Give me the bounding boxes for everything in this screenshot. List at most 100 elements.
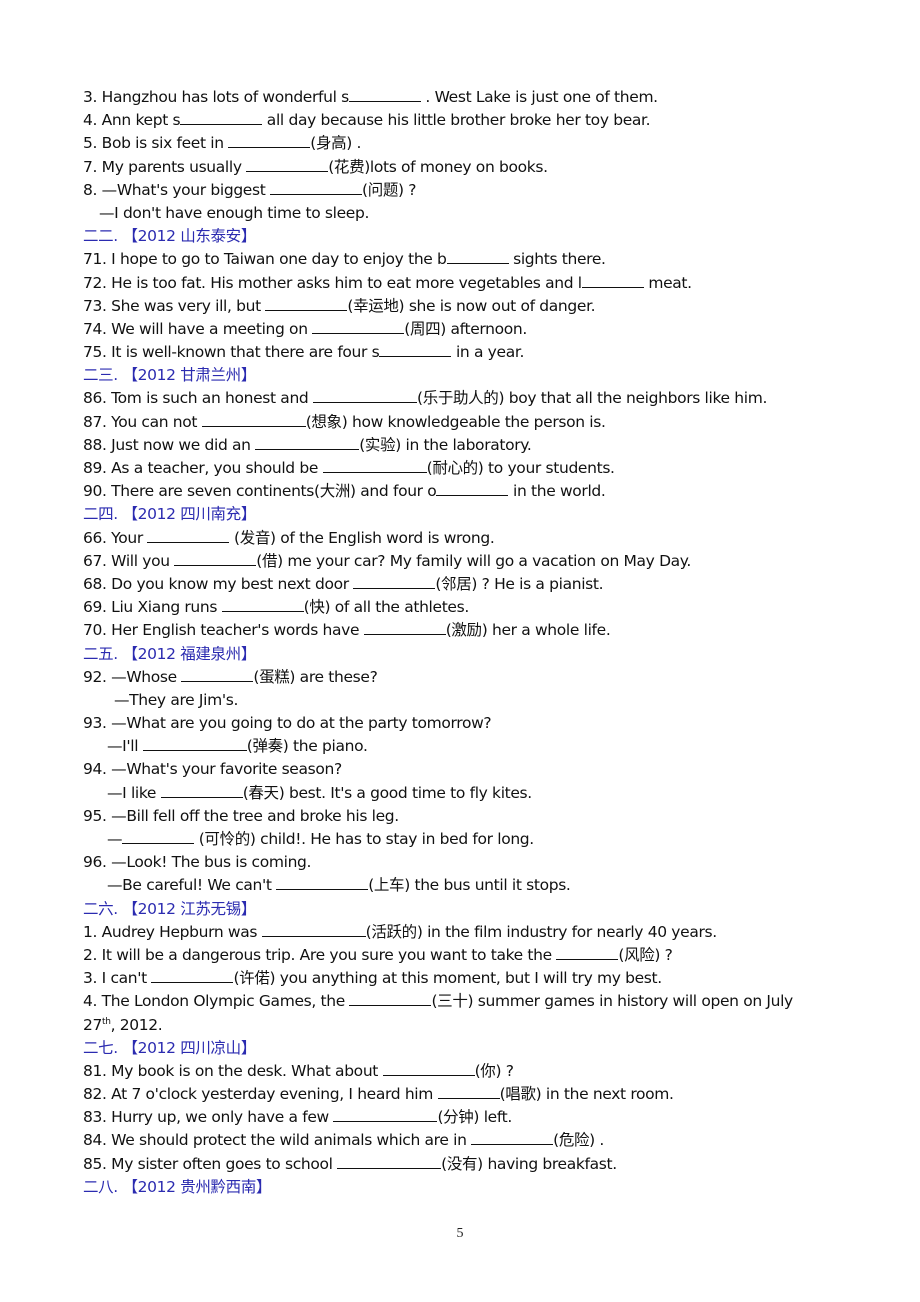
- question-text: 72. He is too fat. His mother asks him t…: [83, 273, 582, 292]
- answer-blank: [122, 828, 195, 844]
- question-text: 27: [83, 1015, 103, 1034]
- question-text: (花费)lots of money on books.: [328, 157, 548, 176]
- question-text: sights there.: [508, 250, 606, 269]
- question-text: (活跃的) in the film industry for nearly 40…: [365, 922, 717, 941]
- question-text: (借) me your car? My family will go a vac…: [256, 551, 692, 570]
- answer-blank: [265, 295, 348, 311]
- question-line: 89. As a teacher, you should be (耐心的) to…: [83, 457, 843, 480]
- question-text: (发音) of the English word is wrong.: [229, 528, 495, 547]
- question-text: 70. Her English teacher's words have: [83, 621, 364, 640]
- question-line: 66. Your (发音) of the English word is wro…: [83, 527, 843, 550]
- answer-blank: [246, 156, 329, 172]
- answer-blank: [379, 341, 452, 358]
- question-text: 75. It is well-known that there are four…: [83, 343, 380, 362]
- answer-blank: [353, 573, 436, 589]
- page-number: 5: [456, 1226, 464, 1241]
- question-line: 92. —Whose (蛋糕) are these?: [83, 666, 843, 689]
- question-line: 84. We should protect the wild animals w…: [83, 1129, 843, 1152]
- answer-blank: [337, 1153, 442, 1169]
- question-text: —They are Jim's.: [114, 690, 239, 709]
- answer-blank: [436, 480, 509, 497]
- question-text: 8. —What's your biggest: [83, 180, 271, 199]
- question-text: 83. Hurry up, we only have a few: [83, 1108, 334, 1127]
- question-line: 71. I hope to go to Taiwan one day to en…: [83, 248, 843, 271]
- answer-blank: [322, 457, 427, 473]
- document-page: 3. Hangzhou has lots of wonderful s . We…: [83, 86, 843, 1199]
- question-text: 81. My book is on the desk. What about: [83, 1061, 383, 1080]
- question-text: in the world.: [508, 482, 606, 501]
- question-text: 71. I hope to go to Taiwan one day to en…: [83, 250, 447, 269]
- question-line: 75. It is well-known that there are four…: [83, 341, 843, 364]
- answer-blank: [221, 596, 304, 613]
- question-text: 5. Bob is six feet in: [83, 134, 229, 153]
- answer-blank: [151, 967, 234, 984]
- question-line: 5. Bob is six feet in (身高) .: [83, 132, 843, 155]
- question-text: (耐心的) to your students.: [426, 459, 615, 477]
- answer-blank: [228, 132, 311, 149]
- answer-blank: [471, 1129, 554, 1146]
- answer-blank: [581, 272, 644, 288]
- question-line: —I like (春天) best. It's a good time to f…: [83, 782, 843, 805]
- question-text: 93. —What are you going to do at the par…: [83, 714, 492, 733]
- question-line: —They are Jim's.: [83, 689, 843, 712]
- answer-blank: [201, 411, 306, 427]
- question-text: 3. Hangzhou has lots of wonderful s: [83, 88, 349, 106]
- section-heading: 二三. 【2012 甘肃兰州】: [83, 366, 256, 385]
- question-text: 84. We should protect the wild animals w…: [83, 1131, 472, 1150]
- question-line: 74. We will have a meeting on (周四) after…: [83, 318, 843, 341]
- question-text: 92. —Whose: [83, 667, 182, 686]
- question-line: 73. She was very ill, but (幸运地) she is n…: [83, 295, 843, 318]
- question-line: 82. At 7 o'clock yesterday evening, I he…: [83, 1083, 843, 1106]
- question-line: 72. He is too fat. His mother asks him t…: [83, 272, 843, 295]
- question-text: meat.: [643, 273, 692, 292]
- question-text: (危险) .: [553, 1131, 604, 1150]
- answer-blank: [313, 387, 417, 404]
- question-text: . West Lake is just one of them.: [420, 88, 658, 106]
- question-text: (身高) .: [310, 134, 362, 153]
- question-line: —I'll (弹奏) the piano.: [83, 735, 843, 758]
- answer-blank: [312, 318, 405, 334]
- question-line: 86. Tom is such an honest and (乐于助人的) bo…: [83, 387, 843, 410]
- question-text: (邻居) ? He is a pianist.: [435, 574, 604, 593]
- question-text: (唱歌) in the next room.: [499, 1085, 674, 1104]
- question-line: —Be careful! We can't (上车) the bus until…: [83, 874, 843, 897]
- question-text: 7. My parents usually: [83, 157, 247, 176]
- question-line: 69. Liu Xiang runs (快) of all the athlet…: [83, 596, 843, 619]
- question-text: —I don't have enough time to sleep.: [99, 203, 370, 222]
- question-text: (乐于助人的) boy that all the neighbors like …: [417, 389, 768, 408]
- question-line: 4. Ann kept s all day because his little…: [83, 109, 843, 132]
- answer-blank: [382, 1060, 475, 1076]
- question-text: —Be careful! We can't: [107, 876, 277, 895]
- question-line: 93. —What are you going to do at the par…: [83, 712, 843, 735]
- question-text: (三十) summer games in history will open o…: [431, 992, 793, 1011]
- question-text: (实验) in the laboratory.: [359, 435, 532, 454]
- question-line: 68. Do you know my best next door (邻居) ?…: [83, 573, 843, 596]
- question-text: (春天) best. It's a good time to fly kites…: [242, 783, 533, 802]
- section-heading: 二五. 【2012 福建泉州】: [83, 644, 256, 663]
- question-text: 88. Just now we did an: [83, 435, 256, 454]
- question-text: , 2012.: [110, 1015, 163, 1034]
- answer-blank: [181, 666, 254, 682]
- answer-blank: [446, 248, 509, 265]
- question-line: — (可怜的) child!. He has to stay in bed fo…: [83, 828, 843, 851]
- question-text: (你) ?: [474, 1061, 514, 1080]
- answer-blank: [270, 179, 363, 195]
- question-text: (许偌) you anything at this moment, but I …: [233, 969, 662, 988]
- question-text: 69. Liu Xiang runs: [83, 598, 222, 617]
- question-text: (蛋糕) are these?: [253, 667, 378, 686]
- question-text: 66. Your: [83, 528, 148, 547]
- question-line: —I don't have enough time to sleep.: [83, 202, 843, 225]
- question-text: 4. Ann kept s: [83, 111, 181, 130]
- answer-blank: [255, 434, 360, 450]
- section-heading: 二八. 【2012 贵州黔西南】: [83, 1177, 272, 1196]
- question-text: (幸运地) she is now out of danger.: [347, 296, 596, 315]
- question-text: (问题) ?: [362, 180, 417, 199]
- question-line: 3. Hangzhou has lots of wonderful s . We…: [83, 86, 843, 109]
- answer-blank: [142, 735, 247, 752]
- question-text: —I like: [107, 783, 161, 802]
- answer-blank: [276, 874, 369, 891]
- question-line: 8. —What's your biggest (问题) ?: [83, 179, 843, 202]
- question-text: 86. Tom is such an honest and: [83, 389, 313, 408]
- answer-blank: [363, 619, 446, 636]
- question-line: 88. Just now we did an (实验) in the labor…: [83, 434, 843, 457]
